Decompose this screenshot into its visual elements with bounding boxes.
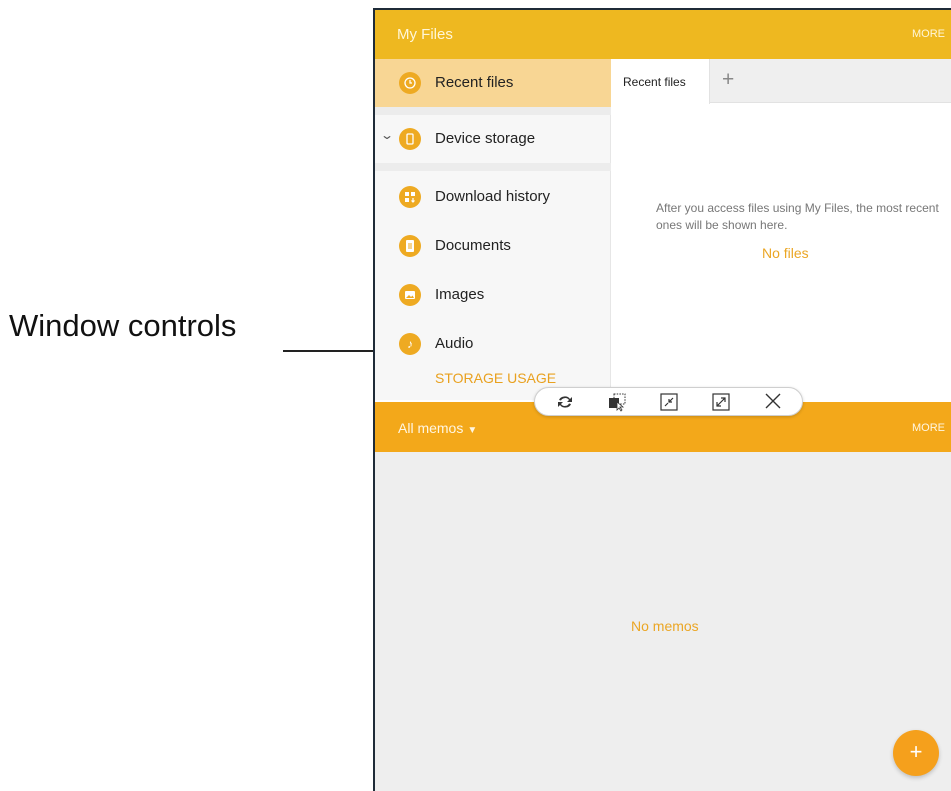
memo-filter-dropdown[interactable]: All memos ▼	[398, 420, 477, 436]
sidebar-divider	[375, 107, 611, 115]
drag-and-drop-button[interactable]	[605, 391, 629, 413]
swap-icon	[558, 396, 572, 408]
empty-state-message: After you access files using My Files, t…	[656, 201, 939, 232]
drag-content-icon	[609, 393, 626, 412]
my-files-title: My Files	[397, 26, 453, 43]
close-icon	[765, 393, 781, 409]
close-window-button[interactable]	[761, 391, 785, 413]
sidebar-item-label: Device storage	[435, 130, 536, 147]
chevron-down-icon[interactable]: ⌄	[380, 128, 394, 142]
add-memo-button[interactable]: +	[893, 730, 939, 776]
minimize-window-button[interactable]	[657, 391, 681, 413]
caret-down-icon: ▼	[467, 425, 478, 436]
sidebar-item-label: Recent files	[435, 74, 514, 91]
window-controls-callout: Window controls	[9, 308, 237, 343]
sidebar-item-device-storage[interactable]: ⌄ Device storage	[375, 115, 611, 163]
my-files-more-button[interactable]: MORE	[912, 28, 945, 40]
phone-icon	[399, 128, 421, 150]
sidebar-item-recent-files[interactable]: Recent files	[375, 59, 611, 107]
maximize-window-button[interactable]	[709, 391, 733, 413]
memo-filter-label: All memos	[398, 420, 464, 436]
window-controls-bar	[534, 387, 803, 416]
sidebar-item-images[interactable]: Images	[375, 271, 611, 319]
no-memos-label: No memos	[631, 618, 699, 634]
sidebar-item-download-history[interactable]: Download history	[375, 173, 611, 221]
music-note-icon: ♪	[399, 333, 421, 355]
my-files-content: Recent files + After you access files us…	[612, 59, 951, 400]
no-files-label: No files	[762, 245, 809, 261]
add-tab-icon[interactable]: +	[722, 68, 734, 92]
sidebar-item-documents[interactable]: Documents	[375, 222, 611, 270]
tab-recent-files[interactable]: Recent files	[612, 59, 710, 104]
clock-icon	[399, 72, 421, 94]
minimize-icon	[660, 393, 678, 411]
switch-windows-button[interactable]	[553, 391, 577, 413]
memo-more-button[interactable]: MORE	[912, 422, 945, 434]
document-icon	[399, 235, 421, 257]
my-files-sidebar: Recent files ⌄ Device storage Download h…	[375, 59, 611, 400]
tab-label: Recent files	[623, 75, 686, 89]
maximize-icon	[712, 393, 730, 411]
image-icon	[399, 284, 421, 306]
sidebar-item-label: Documents	[435, 237, 511, 254]
plus-icon: +	[909, 739, 923, 764]
my-files-header: My Files MORE	[375, 10, 951, 59]
sidebar-item-label: Audio	[435, 335, 474, 352]
download-history-icon	[399, 186, 421, 208]
sidebar-item-label: Download history	[435, 188, 551, 205]
sidebar-divider	[375, 163, 611, 171]
sidebar-item-label: Images	[435, 286, 485, 303]
memo-body: No memos +	[375, 452, 951, 791]
tab-bar: Recent files +	[612, 59, 951, 104]
storage-usage-button[interactable]: STORAGE USAGE	[435, 370, 556, 386]
sidebar-item-audio[interactable]: ♪ Audio	[375, 320, 611, 368]
